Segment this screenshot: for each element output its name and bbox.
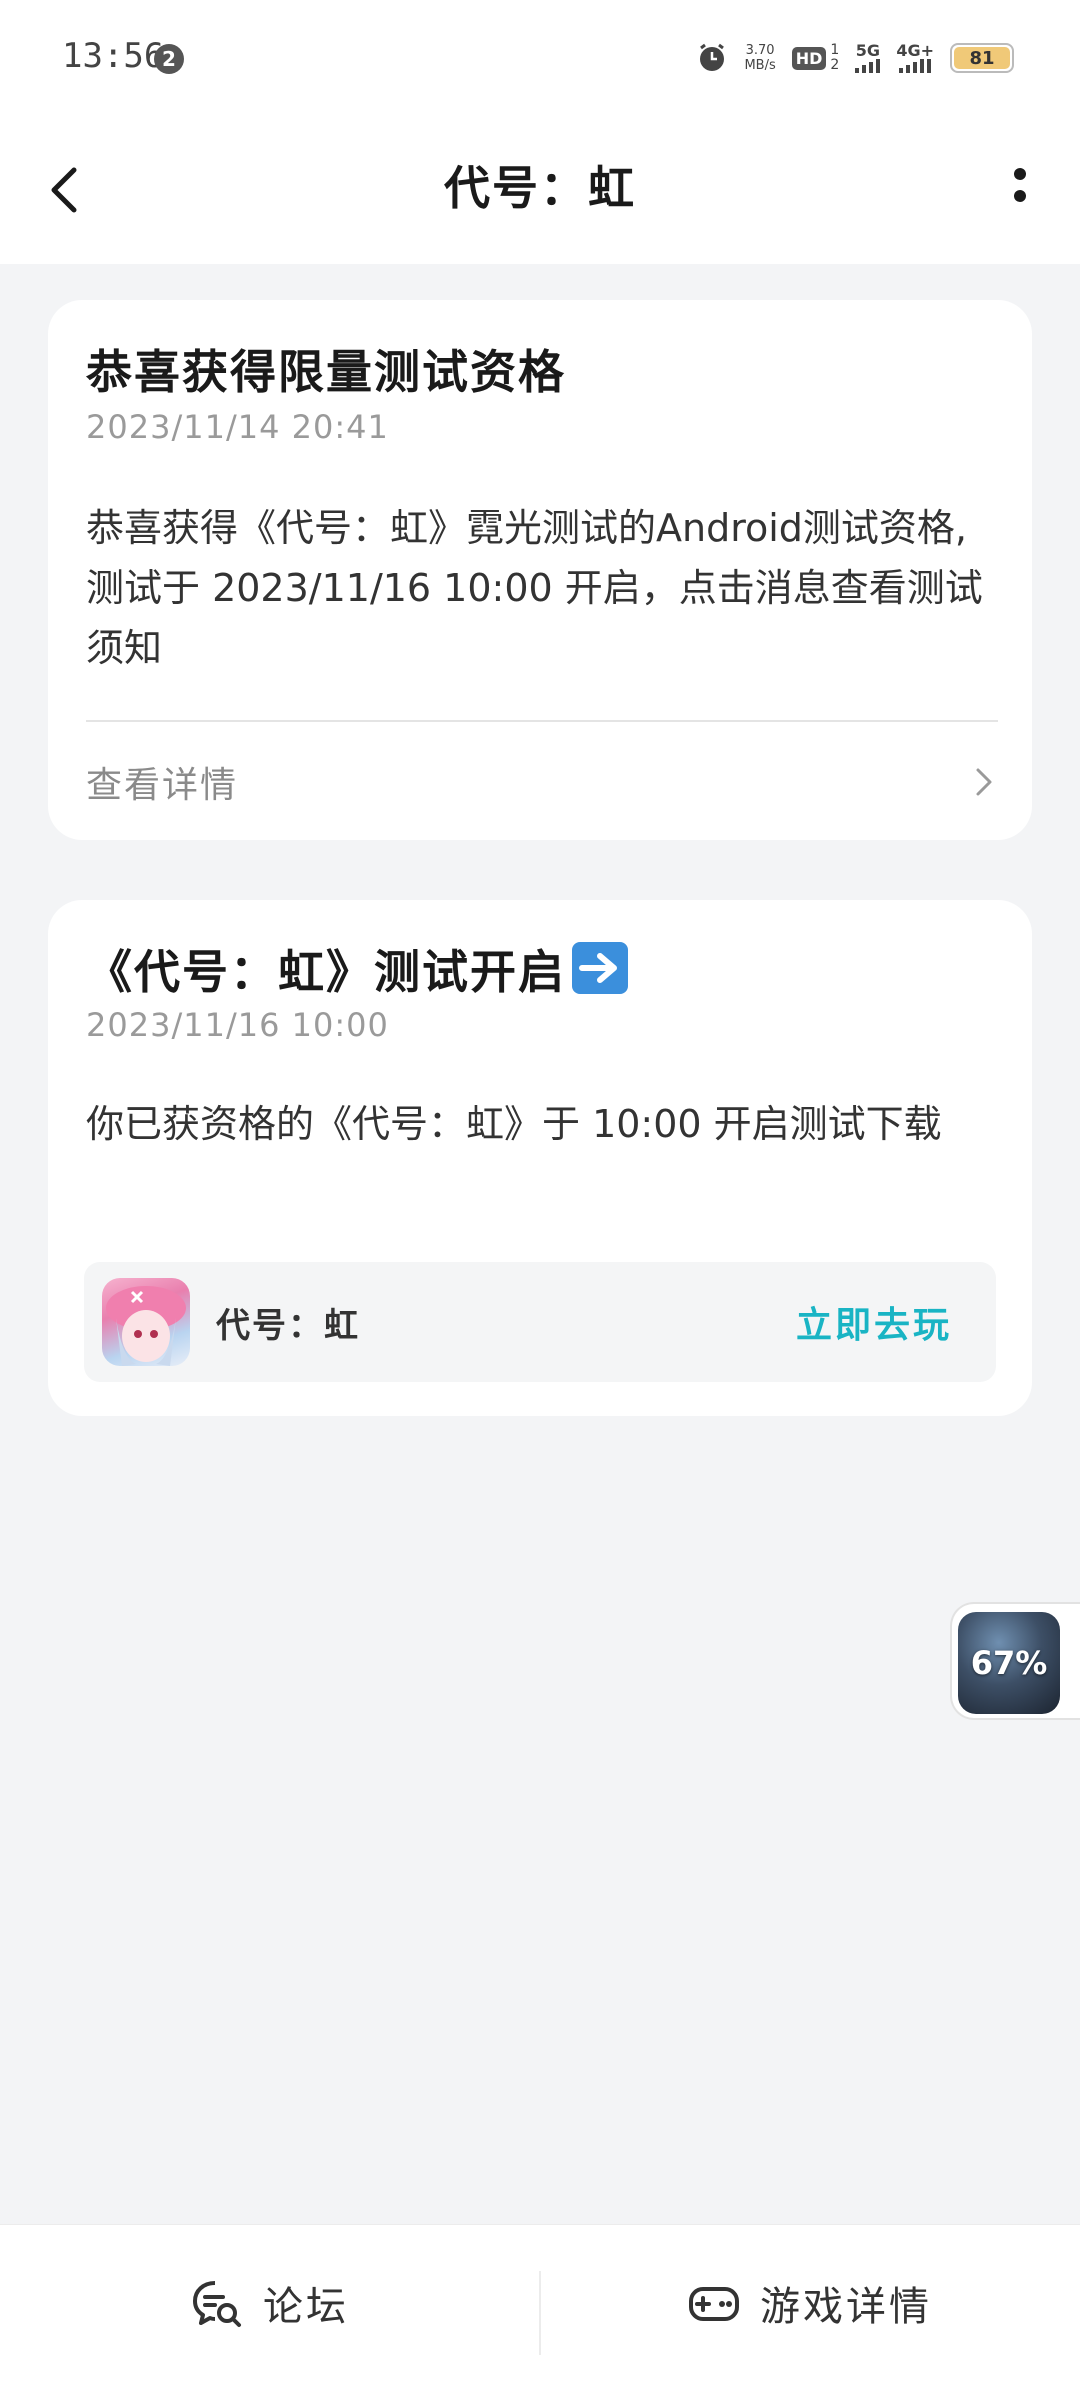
game-details-label: 游戏详情 bbox=[760, 2284, 932, 2330]
signal-5g-label: 5G bbox=[855, 41, 880, 60]
notification-count-badge: 2 bbox=[154, 44, 184, 74]
message-title: 《代号：虹》测试开启 bbox=[86, 936, 628, 1002]
message-card-test-open[interactable]: 《代号：虹》测试开启 2023/11/16 10:00 你已获资格的《代号：虹》… bbox=[48, 900, 1032, 1416]
message-timestamp: 2023/11/16 10:00 bbox=[86, 1006, 389, 1044]
play-now-button[interactable]: 立即去玩 bbox=[796, 1296, 952, 1348]
gamepad-icon bbox=[689, 2287, 739, 2321]
divider bbox=[86, 720, 998, 722]
signal-5g-icon: 5G bbox=[855, 41, 881, 73]
network-speed-unit: MB/s bbox=[744, 58, 776, 73]
page-title: 代号：虹 bbox=[444, 161, 636, 215]
network-speed-value: 3.70 bbox=[745, 43, 775, 58]
message-body: 恭喜获得《代号：虹》霓光测试的Android测试资格,测试于 2023/11/1… bbox=[86, 506, 983, 670]
game-details-button[interactable]: 游戏详情 bbox=[540, 2225, 1080, 2381]
status-icons: 3.70 MB/s HD 1 2 5G 4G+ 81 bbox=[696, 38, 1014, 78]
floating-download-widget[interactable]: 67% bbox=[950, 1602, 1080, 1720]
view-details-link[interactable]: 查看详情 bbox=[86, 724, 998, 840]
hd-voice-icon: HD bbox=[791, 46, 827, 70]
bottom-action-bar: 论坛 游戏详情 bbox=[0, 2224, 1080, 2400]
message-title: 恭喜获得限量测试资格 bbox=[86, 345, 566, 399]
signal-4g-icon: 4G+ bbox=[896, 43, 934, 73]
game-icon bbox=[102, 1278, 190, 1366]
view-details-label: 查看详情 bbox=[86, 765, 239, 806]
message-title-text: 《代号：虹》测试开启 bbox=[86, 945, 566, 999]
status-bar: 13:56 2 3.70 MB/s HD 1 2 5G 4G+ 81 bbox=[0, 0, 1080, 110]
more-options-icon[interactable] bbox=[990, 150, 1050, 230]
forum-label: 论坛 bbox=[263, 2284, 349, 2330]
forum-chat-icon bbox=[193, 2281, 241, 2327]
message-timestamp: 2023/11/14 20:41 bbox=[86, 408, 389, 446]
battery-icon: 81 bbox=[950, 43, 1014, 73]
signal-4g-label: 4G+ bbox=[896, 41, 934, 60]
message-body: 你已获资格的《代号：虹》于 10:00 开启测试下载 bbox=[86, 1102, 942, 1146]
network-speed: 3.70 MB/s bbox=[744, 43, 775, 73]
right-arrow-icon bbox=[572, 942, 628, 994]
download-progress-percent: 67% bbox=[970, 1644, 1048, 1682]
status-time: 13:56 bbox=[62, 36, 165, 76]
battery-level: 81 bbox=[954, 47, 1010, 69]
alarm-icon bbox=[700, 43, 725, 71]
chevron-right-icon bbox=[976, 768, 992, 796]
download-progress-thumbnail: 67% bbox=[958, 1612, 1060, 1714]
game-name: 代号：虹 bbox=[216, 1305, 360, 1346]
game-entry[interactable]: 代号：虹 立即去玩 bbox=[84, 1262, 996, 1382]
nav-divider bbox=[539, 2271, 541, 2355]
hd-sim-index: 1 2 bbox=[830, 42, 840, 73]
forum-button[interactable]: 论坛 bbox=[0, 2225, 540, 2381]
message-card-qualification[interactable]: 恭喜获得限量测试资格 2023/11/14 20:41 恭喜获得《代号：虹》霓光… bbox=[48, 300, 1032, 840]
top-app-bar: 代号：虹 bbox=[0, 110, 1080, 264]
